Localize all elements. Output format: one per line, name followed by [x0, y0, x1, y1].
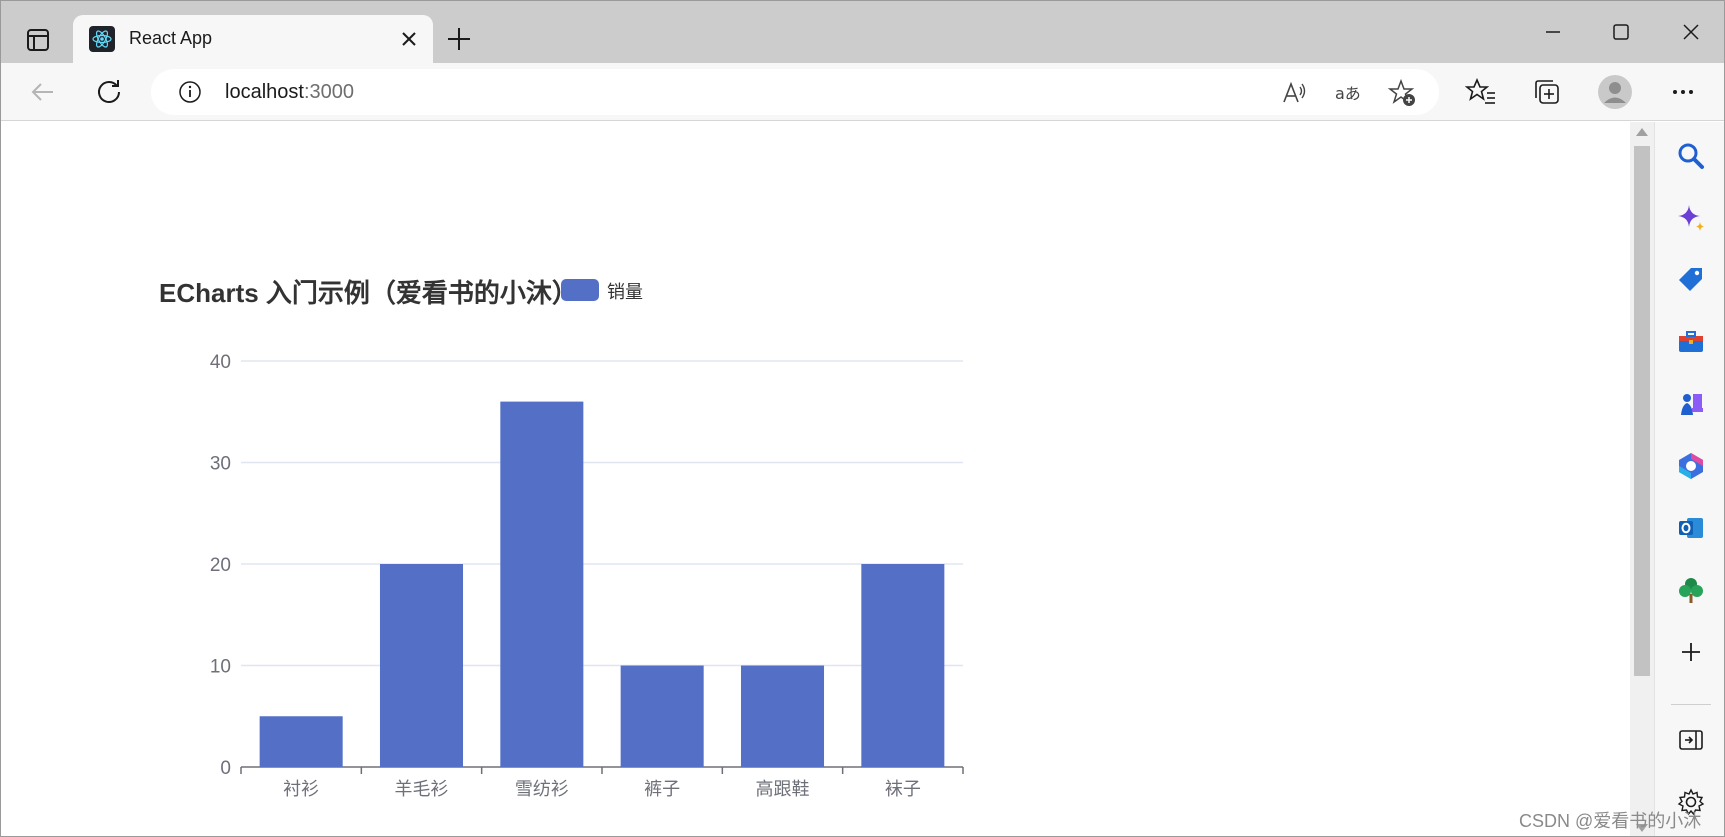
y-tick-label: 30 [210, 454, 231, 475]
scroll-up-arrow-icon[interactable] [1636, 128, 1648, 136]
bar [259, 716, 343, 767]
vertical-scrollbar[interactable] [1630, 122, 1654, 836]
x-tick-label: 高跟鞋 [756, 779, 810, 800]
read-aloud-icon[interactable] [1279, 78, 1309, 108]
bar [379, 564, 464, 767]
x-tick-label: 雪纺衫 [515, 779, 569, 800]
x-tick-label: 袜子 [885, 779, 921, 800]
add-icon[interactable] [1675, 636, 1707, 668]
copilot-sparkle-icon[interactable] [1675, 202, 1707, 234]
maximize-icon[interactable] [1601, 15, 1641, 49]
y-tick-label: 10 [210, 657, 231, 678]
hide-sidebar-icon[interactable] [1675, 724, 1707, 756]
sidebar-divider [1671, 704, 1711, 705]
profile-avatar-icon[interactable] [1597, 74, 1633, 110]
browser-window: React App localhost:3000 aあ 0 10 20 30 4… [0, 0, 1725, 837]
bar [620, 665, 704, 767]
close-window-icon[interactable] [1671, 15, 1711, 49]
bar-chart: 0 10 20 30 40 衬衫 羊毛衫 雪纺衫 裤子 高跟鞋 袜子 [210, 352, 964, 800]
y-tick-label: 0 [220, 758, 231, 779]
scroll-thumb[interactable] [1634, 146, 1650, 676]
legend-swatch[interactable] [561, 279, 599, 301]
bar [500, 401, 584, 767]
tools-briefcase-icon[interactable] [1675, 326, 1707, 358]
chart-title: ECharts 入门示例（爱看书的小沐） [159, 278, 578, 308]
legend-label[interactable]: 销量 [607, 278, 643, 304]
microsoft-365-icon[interactable] [1675, 450, 1707, 482]
search-icon[interactable] [1675, 140, 1707, 172]
add-favorite-icon[interactable] [1387, 78, 1417, 108]
translate-icon[interactable]: aあ [1333, 78, 1363, 108]
collections-icon[interactable] [1529, 74, 1565, 110]
shopping-tag-icon[interactable] [1675, 264, 1707, 296]
svg-text:aあ: aあ [1335, 84, 1361, 103]
tree-icon[interactable] [1675, 574, 1707, 606]
more-options-icon[interactable] [1665, 74, 1701, 110]
y-tick-label: 40 [210, 352, 231, 373]
bar [740, 665, 825, 767]
games-chess-icon[interactable] [1675, 388, 1707, 420]
y-tick-label: 20 [210, 555, 231, 576]
x-tick-label: 羊毛衫 [395, 779, 449, 800]
bar [861, 564, 945, 767]
minimize-icon[interactable] [1533, 15, 1573, 49]
edge-sidebar [1654, 122, 1724, 836]
csdn-watermark: CSDN @爱看书的小沐 [1519, 811, 1702, 831]
x-tick-label: 衬衫 [283, 779, 319, 800]
outlook-icon[interactable] [1675, 512, 1707, 544]
favorites-icon[interactable] [1463, 74, 1499, 110]
x-tick-label: 裤子 [644, 779, 680, 800]
